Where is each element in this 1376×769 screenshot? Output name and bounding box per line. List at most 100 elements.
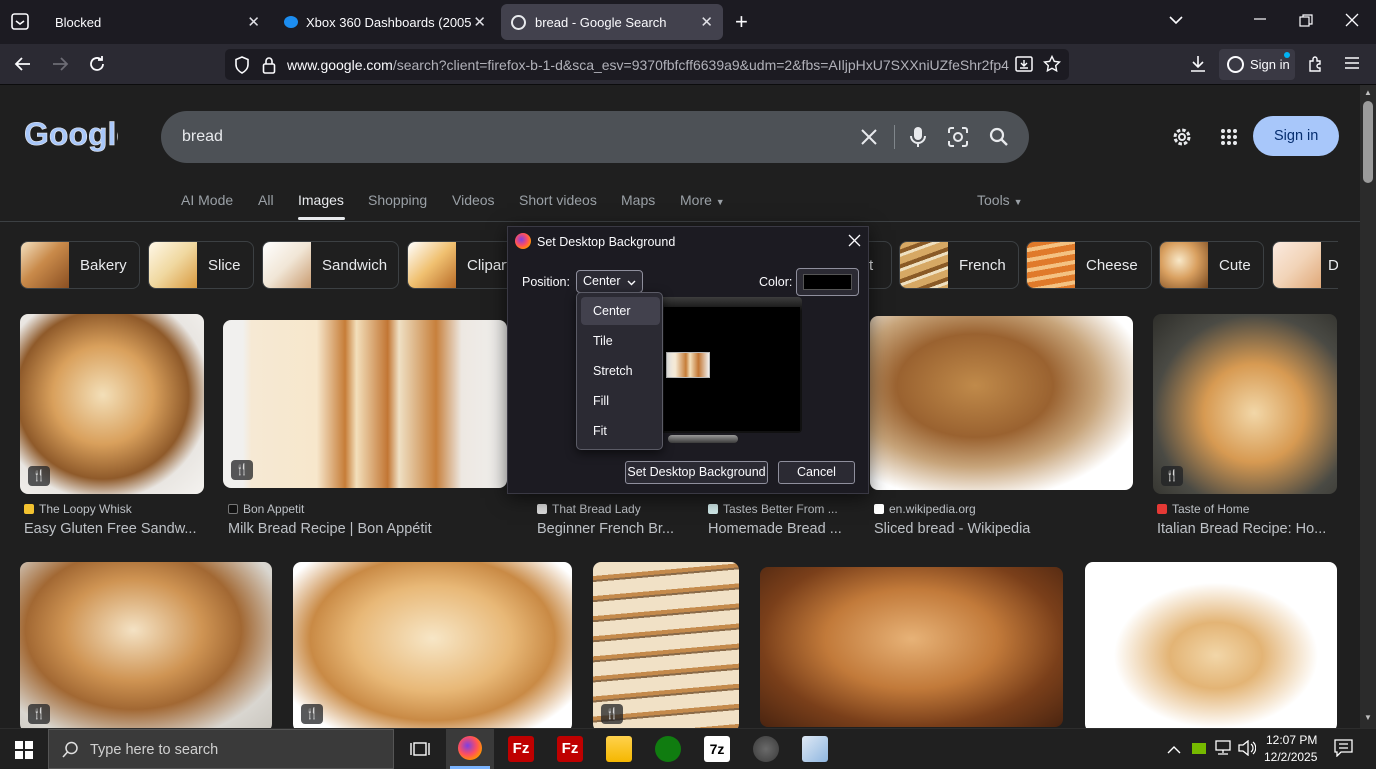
option-fit[interactable]: Fit xyxy=(581,417,660,445)
menu-icon[interactable] xyxy=(1344,56,1360,73)
result-image[interactable]: 🍴 xyxy=(20,562,272,728)
result-title[interactable]: Italian Bread Recipe: Ho... xyxy=(1157,521,1326,537)
chip-clipart[interactable]: Clipart xyxy=(407,241,517,289)
page-scrollbar[interactable]: ▲ ▼ xyxy=(1360,85,1376,728)
option-fill[interactable]: Fill xyxy=(581,387,660,415)
address-bar[interactable]: www.google.com/search?client=firefox-b-1… xyxy=(225,49,1069,80)
tab-xbox[interactable]: Xbox 360 Dashboards (2005-20 ✕ xyxy=(274,4,496,40)
scroll-down-icon[interactable]: ▼ xyxy=(1364,713,1372,722)
filezilla-icon[interactable]: Fz xyxy=(508,736,534,762)
tab-maps[interactable]: Maps xyxy=(621,192,655,208)
result-title[interactable]: Easy Gluten Free Sandw... xyxy=(24,521,196,537)
google-logo[interactable]: Google xyxy=(24,113,135,153)
chip-cute[interactable]: Cute xyxy=(1159,241,1264,289)
back-icon[interactable] xyxy=(14,55,32,76)
color-picker-button[interactable] xyxy=(796,268,859,296)
tools-button[interactable]: Tools ▼ xyxy=(977,192,1023,208)
extensions-icon[interactable] xyxy=(1307,55,1325,76)
tab-list-icon[interactable] xyxy=(11,13,29,33)
close-dialog-icon[interactable] xyxy=(848,234,861,252)
clock-time[interactable]: 12:07 PM xyxy=(1266,733,1317,747)
result-title[interactable]: Beginner French Br... xyxy=(537,521,674,537)
google-sign-in-button[interactable]: Sign in xyxy=(1253,116,1339,156)
chevron-down-icon[interactable] xyxy=(1168,12,1184,31)
position-select[interactable]: Center xyxy=(576,270,643,293)
apps-grid-icon[interactable] xyxy=(1220,128,1238,151)
control-panel-icon[interactable] xyxy=(802,736,828,762)
result-source[interactable]: en.wikipedia.org xyxy=(874,502,976,516)
result-image[interactable] xyxy=(760,567,1063,727)
volume-icon[interactable] xyxy=(1238,739,1257,761)
xbox-emulator-icon[interactable] xyxy=(753,736,779,762)
task-view-icon[interactable] xyxy=(410,740,430,763)
result-title[interactable]: Milk Bread Recipe | Bon Appétit xyxy=(228,521,432,537)
firefox-taskbar-icon[interactable] xyxy=(446,729,494,769)
chip-bakery[interactable]: Bakery xyxy=(20,241,140,289)
nvidia-icon[interactable] xyxy=(1192,743,1206,754)
shield-icon[interactable] xyxy=(234,56,250,77)
windows-start-icon[interactable] xyxy=(15,741,33,764)
chip-french[interactable]: French xyxy=(899,241,1019,289)
microphone-icon[interactable] xyxy=(910,126,926,153)
tab-all[interactable]: All xyxy=(258,192,274,208)
chip-cheese[interactable]: Cheese xyxy=(1026,241,1152,289)
scrollbar-thumb[interactable] xyxy=(1363,101,1373,183)
settings-gear-icon[interactable] xyxy=(1171,126,1193,153)
clock-date[interactable]: 12/2/2025 xyxy=(1264,750,1317,764)
restore-icon[interactable] xyxy=(1299,14,1313,31)
bookmark-star-icon[interactable] xyxy=(1042,54,1062,76)
option-stretch[interactable]: Stretch xyxy=(581,357,660,385)
result-image[interactable] xyxy=(870,316,1133,490)
search-box[interactable]: bread xyxy=(161,111,1029,163)
result-image[interactable]: 🍴 xyxy=(593,562,739,728)
result-image[interactable]: 🍴 xyxy=(1153,314,1337,494)
search-input[interactable]: bread xyxy=(182,128,223,146)
tab-blocked[interactable]: Blocked ✕ xyxy=(44,4,270,40)
cancel-button[interactable]: Cancel xyxy=(778,461,855,484)
result-image[interactable]: 🍴 xyxy=(223,320,507,488)
filezilla-server-icon[interactable]: Fz xyxy=(557,736,583,762)
tab-google-search[interactable]: bread - Google Search ✕ xyxy=(501,4,723,40)
taskbar-search-box[interactable]: Type here to search xyxy=(48,729,394,769)
result-source[interactable]: The Loopy Whisk xyxy=(24,502,132,516)
camera-lens-icon[interactable] xyxy=(948,127,968,152)
xbox-app-icon[interactable] xyxy=(655,736,681,762)
result-image[interactable] xyxy=(1085,562,1337,728)
result-title[interactable]: Sliced bread - Wikipedia xyxy=(874,521,1030,537)
7zip-icon[interactable]: 7z xyxy=(704,736,730,762)
minimize-icon[interactable] xyxy=(1253,12,1267,29)
result-source[interactable]: Tastes Better From ... xyxy=(708,502,838,516)
close-tab-icon[interactable]: ✕ xyxy=(473,13,486,31)
tab-more[interactable]: More ▼ xyxy=(680,192,725,208)
account-sign-in-button[interactable]: Sign in xyxy=(1219,49,1295,80)
chip-sandwich[interactable]: Sandwich xyxy=(262,241,399,289)
tab-videos[interactable]: Videos xyxy=(452,192,495,208)
notifications-icon[interactable] xyxy=(1334,739,1354,762)
tab-ai-mode[interactable]: AI Mode xyxy=(181,192,233,208)
result-image[interactable]: 🍴 xyxy=(293,562,572,728)
tab-shopping[interactable]: Shopping xyxy=(368,192,427,208)
chip-slice[interactable]: Slice xyxy=(148,241,254,289)
chip-partial-right[interactable]: D xyxy=(1272,241,1338,289)
clear-search-icon[interactable] xyxy=(860,128,878,151)
tab-short-videos[interactable]: Short videos xyxy=(519,192,597,208)
new-tab-icon[interactable]: + xyxy=(735,11,748,33)
tab-images[interactable]: Images xyxy=(298,192,344,208)
reload-icon[interactable] xyxy=(88,55,106,76)
set-desktop-background-button[interactable]: Set Desktop Background xyxy=(625,461,768,484)
lock-icon[interactable] xyxy=(262,56,276,77)
close-tab-icon[interactable]: ✕ xyxy=(700,13,713,31)
network-icon[interactable] xyxy=(1214,740,1232,761)
downloads-icon[interactable] xyxy=(1189,55,1207,76)
close-window-icon[interactable] xyxy=(1345,13,1359,30)
result-source[interactable]: That Bread Lady xyxy=(537,502,641,516)
search-icon[interactable] xyxy=(989,127,1009,152)
option-center[interactable]: Center xyxy=(581,297,660,325)
option-tile[interactable]: Tile xyxy=(581,327,660,355)
result-image[interactable]: 🍴 xyxy=(20,314,204,494)
result-source[interactable]: Bon Appetit xyxy=(228,502,304,516)
result-title[interactable]: Homemade Bread ... xyxy=(708,521,842,537)
file-explorer-icon[interactable] xyxy=(606,736,632,762)
forward-icon[interactable] xyxy=(51,55,69,76)
close-tab-icon[interactable]: ✕ xyxy=(247,13,260,31)
